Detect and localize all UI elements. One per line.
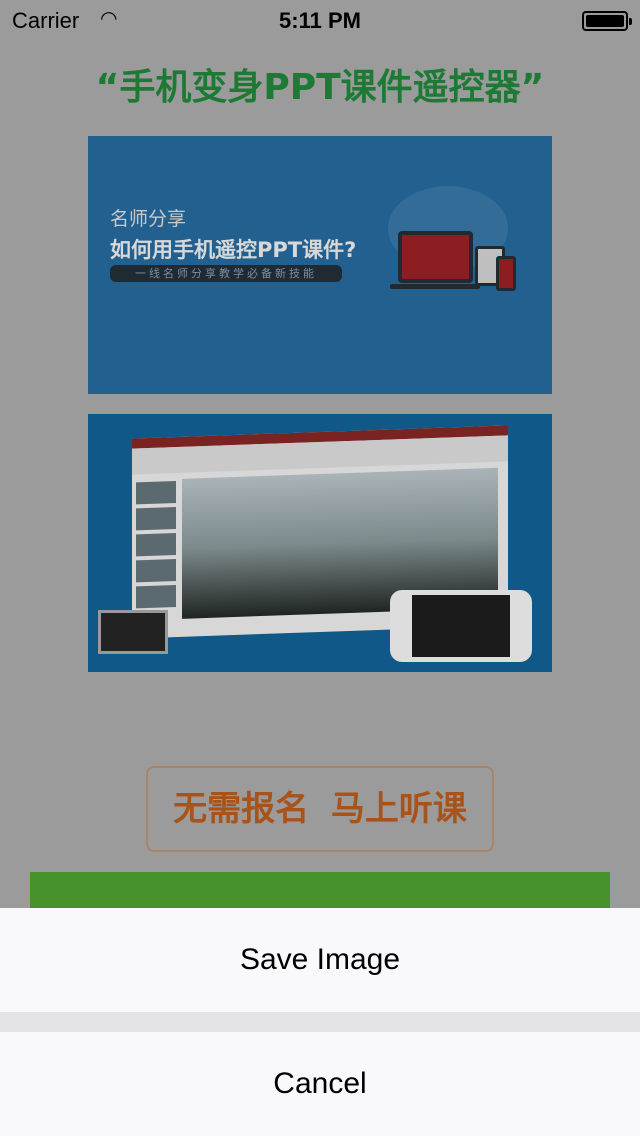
cancel-button[interactable]: Cancel — [0, 1032, 640, 1136]
phone-illustration — [496, 256, 516, 291]
ppt-screenshot-image[interactable] — [88, 414, 552, 672]
page-title: “手机变身PPT课件遥控器” — [95, 67, 545, 108]
laptop-base — [390, 284, 480, 289]
banner-tagline: 一线名师分享教学必备新技能 — [110, 265, 342, 282]
save-image-button[interactable]: Save Image — [0, 908, 640, 1012]
status-bar: Carrier ◠ 5:11 PM — [0, 0, 640, 40]
action-sheet: Save Image Cancel — [0, 908, 640, 1136]
listen-now-button[interactable]: 无需报名 马上听课 — [146, 766, 494, 852]
clock: 5:11 PM — [279, 8, 361, 33]
battery-icon — [582, 11, 632, 31]
laptop-illustration — [98, 610, 168, 654]
banner-title: 如何用手机遥控PPT课件? — [110, 238, 357, 262]
phone-illustration — [390, 590, 532, 662]
banner-image[interactable]: 名师分享 如何用手机遥控PPT课件? 一线名师分享教学必备新技能 — [88, 136, 552, 394]
banner-subtitle: 名师分享 — [110, 208, 187, 230]
laptop-illustration — [398, 231, 473, 283]
